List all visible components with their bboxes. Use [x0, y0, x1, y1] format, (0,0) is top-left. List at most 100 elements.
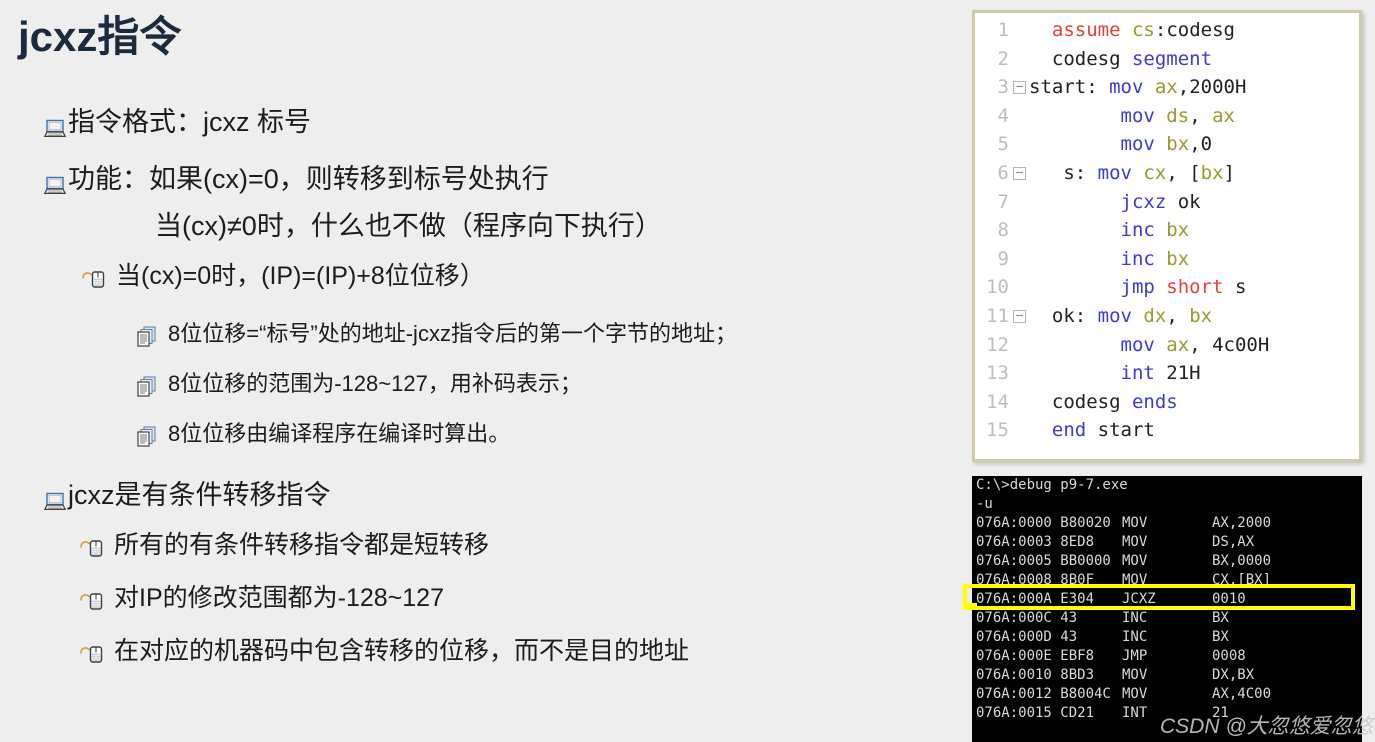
collapse-icon[interactable] — [1012, 166, 1026, 180]
code-line: 2 codesg segment — [975, 48, 1359, 77]
bullet-text: 指令格式：jcxz 标号 — [68, 107, 311, 137]
line-number: 1 — [997, 19, 1009, 41]
code-line: 11 ok: mov dx, bx — [975, 305, 1359, 334]
terminal-operands: DS,AX — [1212, 534, 1255, 550]
terminal-mnemonic: INC — [1122, 629, 1148, 645]
code-line: 6 s: mov cx, [bx] — [975, 162, 1359, 191]
code-line: 13 int 21H — [975, 362, 1359, 391]
fold-toggle[interactable] — [1009, 162, 1029, 184]
terminal-address: 076A:0012 B8004C — [976, 686, 1111, 702]
bullet-text: 功能：如果(cx)=0，则转移到标号处执行 — [68, 164, 549, 194]
collapse-icon[interactable] — [1012, 309, 1026, 323]
terminal-address: 076A:0010 8BD3 — [976, 667, 1095, 683]
slide-canvas: jcxz指令 指令格式：jcxz 标号功能：如果(cx)=0，则转移到标号处执行… — [0, 0, 1375, 742]
terminal-address: 076A:000C 43 — [976, 610, 1078, 626]
terminal-operands: AX,4C00 — [1212, 686, 1272, 702]
terminal-mnemonic: INC — [1122, 610, 1148, 626]
code-panel: 1 assume cs:codesg 2 codesg segment 3 start… — [972, 10, 1362, 462]
code-text: jmp short s — [1120, 276, 1247, 299]
bullet-item: 8位位移=“标号”处的地址-jcxz指令后的第一个字节的地址； — [136, 322, 737, 347]
terminal-address: 076A:0015 CD21 — [976, 705, 1095, 721]
code-line: 14 codesg ends — [975, 391, 1359, 420]
code-text: end start — [1051, 419, 1155, 442]
fold-toggle[interactable] — [1009, 305, 1029, 327]
code-text: codesg segment — [1029, 47, 1213, 70]
mouse-icon — [80, 643, 106, 664]
terminal-line: 076A:0012 B8004C MOV AX,4C00 — [972, 685, 1362, 704]
bullet-item: 8位位移由编译程序在编译时算出。 — [136, 422, 510, 447]
code-text: mov ax, 4c00H — [1120, 333, 1270, 356]
line-number: 13 — [986, 362, 1009, 385]
bullet-item: 8位位移的范围为-128~127，用补码表示； — [136, 372, 582, 397]
code-text: mov ds, ax — [1120, 104, 1235, 127]
line-number: 5 — [997, 133, 1009, 156]
terminal-mnemonic: MOV — [1122, 534, 1148, 550]
page-title: jcxz指令 — [18, 13, 182, 60]
line-number: 11 — [986, 304, 1009, 327]
code-text: inc bx — [1120, 219, 1190, 242]
code-line: 8 inc bx — [975, 219, 1359, 248]
terminal-address: 076A:000E EBF8 — [976, 648, 1095, 664]
code-line: 10 jmp short s — [975, 276, 1359, 305]
code-text: start: mov ax,2000H — [1029, 76, 1247, 99]
bullet-item: 当(cx)≠0时，什么也不做（程序向下执行） — [155, 212, 662, 241]
bullet-item: 在对应的机器码中包含转移的位移，而不是目的地址 — [80, 638, 689, 664]
laptop-icon — [43, 114, 67, 137]
mouse-icon — [82, 268, 108, 289]
terminal-line: 076A:000C 43 INC BX — [972, 609, 1362, 628]
bullet-text: 对IP的修改范围都为-128~127 — [114, 584, 444, 612]
code-text: s: mov cx, [bx] — [1029, 161, 1235, 184]
terminal-operands: BX — [1212, 610, 1229, 626]
terminal-line: 076A:0000 B80020 MOV AX,2000 — [972, 514, 1362, 533]
bullet-item: 对IP的修改范围都为-128~127 — [80, 585, 444, 611]
terminal-mnemonic: MOV — [1122, 686, 1148, 702]
terminal-operands: BX — [1212, 629, 1229, 645]
docs-icon — [136, 326, 158, 347]
docs-icon — [136, 426, 158, 447]
terminal-line: 076A:0005 BB0000 MOV BX,0000 — [972, 552, 1362, 571]
code-text: inc bx — [1120, 247, 1190, 270]
terminal-address: 076A:000D 43 — [976, 629, 1078, 645]
bullet-text: jcxz是有条件转移指令 — [68, 480, 331, 510]
code-text: codesg ends — [1029, 390, 1178, 413]
code-line: 1 assume cs:codesg — [975, 19, 1359, 48]
terminal-address: 076A:0003 8ED8 — [976, 534, 1095, 550]
terminal-operands: DX,BX — [1212, 667, 1255, 683]
bullet-text: 当(cx)=0时，(IP)=(IP)+8位位移） — [116, 262, 485, 290]
terminal-operands: 0008 — [1212, 648, 1246, 664]
line-number: 14 — [986, 390, 1009, 413]
code-text: int 21H — [1120, 362, 1201, 385]
line-number: 15 — [986, 419, 1009, 442]
line-number: 2 — [997, 47, 1009, 70]
line-number: 3 — [997, 76, 1009, 99]
mouse-icon — [80, 537, 106, 558]
terminal-line: 076A:0010 8BD3 MOV DX,BX — [972, 666, 1362, 685]
code-line: 3 start: mov ax,2000H — [975, 76, 1359, 105]
collapse-icon[interactable] — [1012, 81, 1026, 95]
fold-toggle[interactable] — [1009, 76, 1029, 98]
jcxz-highlight-box — [963, 584, 1355, 610]
line-number: 7 — [997, 190, 1009, 213]
code-line: 7 jcxz ok — [975, 191, 1359, 220]
code-line: 5 mov bx,0 — [975, 133, 1359, 162]
docs-icon — [136, 376, 158, 397]
bullet-text: 在对应的机器码中包含转移的位移，而不是目的地址 — [114, 637, 690, 665]
terminal-line: C:\>debug p9-7.exe — [972, 476, 1362, 495]
mouse-icon — [80, 590, 106, 611]
terminal-mnemonic: MOV — [1122, 515, 1148, 531]
bullet-text: 8位位移的范围为-128~127，用补码表示； — [168, 371, 582, 396]
laptop-icon — [43, 487, 67, 510]
line-number: 4 — [997, 104, 1009, 127]
jcxz-highlight-pointer — [963, 603, 977, 607]
bullet-item: 功能：如果(cx)=0，则转移到标号处执行 — [43, 164, 549, 194]
code-text: ok: mov dx, bx — [1029, 304, 1213, 327]
terminal-operands: AX,2000 — [1212, 515, 1272, 531]
terminal-line: 076A:0003 8ED8 MOV DS,AX — [972, 533, 1362, 552]
terminal-mnemonic: MOV — [1122, 667, 1148, 683]
bullet-item: jcxz是有条件转移指令 — [43, 480, 331, 510]
terminal-address: -u — [976, 496, 993, 512]
bullet-item: 所有的有条件转移指令都是短转移 — [80, 532, 489, 558]
watermark: CSDN @大忽悠爱忽悠 — [1160, 715, 1373, 738]
terminal-address: C:\>debug p9-7.exe — [976, 477, 1128, 493]
bullet-text: 所有的有条件转移指令都是短转移 — [114, 531, 490, 559]
